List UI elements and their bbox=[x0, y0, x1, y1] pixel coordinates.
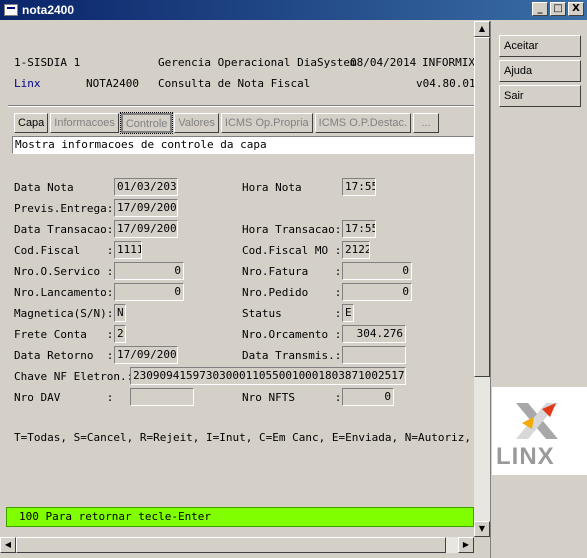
scroll-down-icon[interactable]: ▼ bbox=[474, 521, 490, 537]
horizontal-scroll-thumb[interactable] bbox=[16, 537, 446, 553]
tab-bar: Capa Informacoes Controle Valores ICMS O… bbox=[14, 112, 440, 134]
label-hora-nota: Hora Nota : bbox=[242, 181, 348, 194]
label-chave-nf: Chave NF Eletron.: bbox=[14, 370, 134, 383]
label-data-nota: Data Nota : bbox=[14, 181, 120, 194]
label-nro-lancamento: Nro.Lancamento: bbox=[14, 286, 114, 299]
nro-nfts-field[interactable]: 0 bbox=[342, 388, 394, 406]
tab-informacoes[interactable]: Informacoes bbox=[50, 113, 119, 133]
nro-pedido-field[interactable]: 0 bbox=[342, 283, 412, 301]
scroll-up-icon[interactable]: ▲ bbox=[474, 21, 490, 37]
scrollbar-corner bbox=[474, 537, 490, 553]
label-hora-transacao: Hora Transacao: bbox=[242, 223, 342, 236]
previs-entrega-field[interactable]: 17/09/2009 bbox=[114, 199, 178, 217]
cod-fiscal-mo-field[interactable]: 2122 bbox=[342, 241, 370, 259]
label-magnetica: Magnetica(S/N): bbox=[14, 307, 114, 320]
tab-controle[interactable]: Controle bbox=[119, 112, 174, 134]
tab-icms-op-destac[interactable]: ICMS O.P.Destac. bbox=[314, 113, 412, 133]
title-bar: nota2400 _ □ X bbox=[0, 0, 587, 20]
tab-description: Mostra informacoes de controle da capa bbox=[12, 136, 474, 154]
maximize-button[interactable]: □ bbox=[550, 2, 566, 16]
label-data-retorno: Data Retorno : bbox=[14, 349, 114, 362]
chave-nf-field[interactable]: 2309094159730300011055001000180387100251… bbox=[130, 367, 406, 385]
scroll-left-icon[interactable]: ◀ bbox=[0, 537, 16, 553]
header-divider bbox=[8, 105, 474, 107]
form-area: 1-SISDIA 1 Gerencia Operacional DiaSyste… bbox=[0, 21, 474, 537]
company-name: Gerencia Operacional DiaSystem bbox=[158, 56, 357, 69]
data-retorno-field[interactable]: 17/09/2009 bbox=[114, 346, 178, 364]
label-data-transmis: Data Transmis.: bbox=[242, 349, 342, 362]
nro-lancamento-field[interactable]: 0 bbox=[114, 283, 184, 301]
status-legend: T=Todas, S=Cancel, R=Rejeit, I=Inut, C=E… bbox=[14, 431, 474, 444]
tab-icms-op-propria[interactable]: ICMS Op.Propria bbox=[220, 113, 313, 133]
nro-servico-field[interactable]: 0 bbox=[114, 262, 184, 280]
nro-dav-field[interactable] bbox=[130, 388, 194, 406]
label-nro-fatura: Nro.Fatura : bbox=[242, 265, 342, 278]
tab-more[interactable]: ... bbox=[413, 113, 440, 133]
scroll-right-icon[interactable]: ▶ bbox=[458, 537, 474, 553]
hora-nota-field[interactable]: 17:55 bbox=[342, 178, 376, 196]
label-data-transacao: Data Transacao: bbox=[14, 223, 114, 236]
sair-button[interactable]: Sair bbox=[499, 85, 581, 107]
label-cod-fiscal: Cod.Fiscal : bbox=[14, 244, 114, 257]
data-transacao-field[interactable]: 17/09/2009 bbox=[114, 220, 178, 238]
ajuda-button[interactable]: Ajuda bbox=[499, 60, 581, 82]
label-nro-nfts: Nro NFTS : bbox=[242, 391, 342, 404]
label-cod-fiscal-mo: Cod.Fiscal MO : bbox=[242, 244, 342, 257]
vertical-scroll-thumb[interactable] bbox=[474, 37, 490, 377]
program-name: NOTA2400 bbox=[86, 77, 139, 90]
label-nro-dav: Nro DAV : bbox=[14, 391, 114, 404]
app-icon bbox=[4, 4, 18, 16]
system-name: 1-SISDIA 1 bbox=[14, 56, 81, 69]
label-nro-servico: Nro.O.Servico : bbox=[14, 265, 114, 278]
hora-transacao-field[interactable]: 17:55 bbox=[342, 220, 376, 238]
screen-title: Consulta de Nota Fiscal bbox=[158, 77, 311, 90]
data-nota-field[interactable]: 01/03/2030 bbox=[114, 178, 178, 196]
close-button[interactable]: X bbox=[568, 2, 584, 16]
nro-orcamento-field[interactable]: 304.276 bbox=[342, 325, 406, 343]
label-frete-conta: Frete Conta : bbox=[14, 328, 114, 341]
data-transmis-field[interactable] bbox=[342, 346, 406, 364]
linx-x-icon bbox=[516, 403, 558, 439]
brand-label: Linx bbox=[14, 77, 41, 90]
status-field[interactable]: E bbox=[342, 304, 354, 322]
window-title: nota2400 bbox=[22, 3, 75, 17]
magnetica-field[interactable]: N bbox=[114, 304, 126, 322]
action-panel: Aceitar Ajuda Sair LINX bbox=[490, 21, 587, 558]
vertical-scrollbar[interactable]: ▲ ▼ bbox=[474, 21, 490, 537]
status-bar: 100 Para retornar tecle-Enter bbox=[6, 507, 474, 527]
db-name: INFORMIX bbox=[422, 56, 474, 69]
version-label: v04.80.01 bbox=[416, 77, 474, 90]
logo-text: LINX bbox=[496, 443, 555, 470]
minimize-button[interactable]: _ bbox=[532, 2, 548, 16]
label-status: Status : bbox=[242, 307, 342, 320]
cod-fiscal-field[interactable]: 1111 bbox=[114, 241, 142, 259]
tab-valores[interactable]: Valores bbox=[174, 113, 219, 133]
nro-fatura-field[interactable]: 0 bbox=[342, 262, 412, 280]
label-previs-entrega: Previs.Entrega: bbox=[14, 202, 114, 215]
frete-conta-field[interactable]: 2 bbox=[114, 325, 126, 343]
tab-capa[interactable]: Capa bbox=[14, 113, 49, 133]
label-nro-orcamento: Nro.Orcamento : bbox=[242, 328, 342, 341]
linx-logo: LINX bbox=[492, 387, 587, 475]
header-date: 08/04/2014 bbox=[350, 56, 417, 69]
horizontal-scrollbar[interactable]: ◀ ▶ bbox=[0, 537, 474, 553]
aceitar-button[interactable]: Aceitar bbox=[499, 35, 581, 57]
label-nro-pedido: Nro.Pedido : bbox=[242, 286, 342, 299]
